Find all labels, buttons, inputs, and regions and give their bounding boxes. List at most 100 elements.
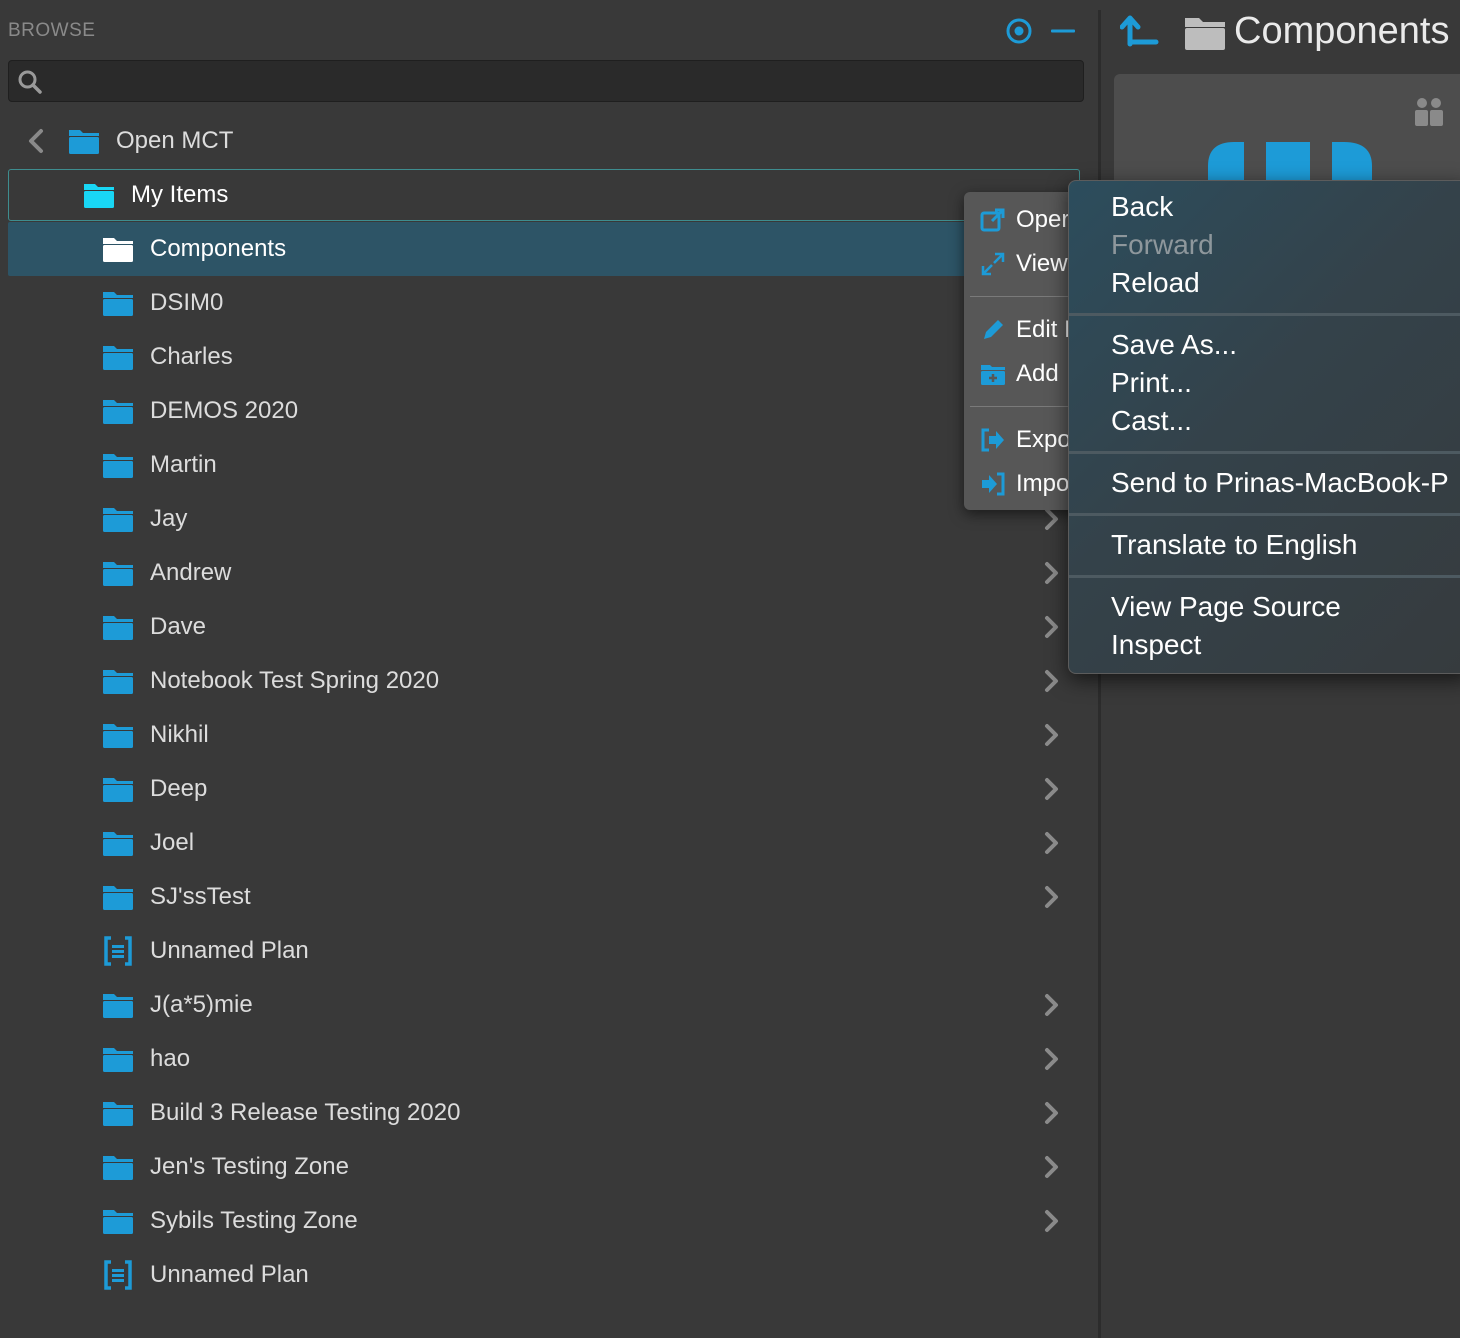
minus-icon [1051,29,1075,33]
tree-item-folder[interactable]: Andrew [8,546,1080,600]
menu-item-back[interactable]: Back [1111,190,1173,224]
menu-item-save-as[interactable]: Save As... [1111,328,1237,362]
tree-item-label: Andrew [150,559,232,586]
tree-item-label: DSIM0 [150,289,224,316]
tree-item-label: Unnamed Plan [150,937,309,964]
menu-separator [1069,313,1460,316]
menu-item-send-to-device[interactable]: Send to Prinas-MacBook-P [1111,466,1449,500]
chevron-right-icon[interactable] [1042,993,1062,1017]
chevron-right-icon[interactable] [1042,1047,1062,1071]
tree-item-folder[interactable]: Build 3 Release Testing 2020 [8,1086,1080,1140]
tree-item-folder[interactable]: Jen's Testing Zone [8,1140,1080,1194]
search-input[interactable] [53,65,1077,99]
chevron-right-icon[interactable] [1042,831,1062,855]
target-locate-button[interactable] [1002,14,1036,48]
folder-icon [103,1210,133,1234]
chevron-right-icon[interactable] [1042,885,1062,909]
menu-separator [1069,451,1460,454]
menu-item-forward: Forward [1111,229,1214,260]
export-icon [981,428,1004,452]
tree-root-row[interactable]: Open MCT [8,114,1080,168]
tree-item-folder[interactable]: Notebook Test Spring 2020 [8,654,1080,708]
menu-item-inspect[interactable]: Inspect [1111,628,1201,662]
tree-item-label: Martin [150,451,217,478]
folder-icon [103,832,133,856]
collapse-pane-button[interactable] [1046,14,1080,48]
tree-item-my-items[interactable]: My Items [8,169,1080,221]
tree-item-label: Notebook Test Spring 2020 [150,667,440,694]
folder-icon [103,400,133,424]
tree-item-folder[interactable]: SJ'ssTest [8,870,1080,924]
chevron-right-icon[interactable] [1042,507,1062,531]
navigate-up-button[interactable] [1119,12,1160,53]
folder-icon [103,238,133,262]
folder-icon [103,1102,133,1126]
tree-item-label: Charles [150,343,233,370]
tree-item-label: DEMOS 2020 [150,397,299,424]
arrow-up-icon [1119,15,1159,47]
plan-icon [104,936,132,966]
tree-item-folder[interactable]: J(a*5)mie [8,978,1080,1032]
menu-item-import[interactable]: Impo [980,466,1069,502]
pencil-icon [984,320,1003,339]
folder-icon [103,616,133,640]
tree-item-plan[interactable]: Unnamed Plan [8,1248,1080,1302]
object-tree: Open MCT My Items Components DSIM0 Charles… [8,114,1080,1302]
folder-icon [103,1048,133,1072]
folder-icon [69,130,99,154]
tree-item-label: Jen's Testing Zone [150,1153,349,1180]
tree-item-folder[interactable]: Nikhil [8,708,1080,762]
chevron-right-icon[interactable] [1042,1155,1062,1179]
tree-item-folder[interactable]: Jay [8,492,1080,546]
folder-icon [103,454,133,478]
tree-root-label: Open MCT [116,127,234,154]
tree-item-folder[interactable]: Charles [8,330,1080,384]
tree-item-folder[interactable]: Components [8,222,1080,276]
tree-item-folder[interactable]: Joel [8,816,1080,870]
folder-icon [84,184,114,208]
chevron-right-icon[interactable] [1042,1101,1062,1125]
tree-item-label: hao [150,1045,191,1072]
browse-title: BROWSE [8,20,96,41]
tree-item-folder[interactable]: Sybils Testing Zone [8,1194,1080,1248]
tree-item-plan[interactable]: Unnamed Plan [8,924,1080,978]
menu-item-cast[interactable]: Cast... [1111,404,1192,438]
menu-item-print[interactable]: Print... [1111,366,1192,400]
chevron-right-icon[interactable] [1042,777,1062,801]
menu-item-edit[interactable]: Edit I [980,312,1071,348]
menu-item-reload[interactable]: Reload [1111,266,1200,300]
folder-icon [103,292,133,316]
tree-item-label: Build 3 Release Testing 2020 [150,1099,461,1126]
menu-item-export[interactable]: Expo [980,422,1071,458]
tree-item-label: Dave [150,613,207,640]
chevron-right-icon[interactable] [1042,669,1062,693]
chevron-right-icon[interactable] [1042,561,1062,585]
back-chevron-icon[interactable] [26,127,48,155]
users-icon [1415,98,1443,126]
menu-item-view-large[interactable]: View [980,246,1068,282]
folder-icon [103,994,133,1018]
tree-item-folder[interactable]: Dave [8,600,1080,654]
tree-item-label: Deep [150,775,208,802]
menu-item-translate[interactable]: Translate to English [1111,528,1357,562]
tree-item-folder[interactable]: DEMOS 2020 [8,384,1080,438]
tree-item-folder[interactable]: hao [8,1032,1080,1086]
tree-item-label: J(a*5)mie [150,991,253,1018]
open-new-tab-icon [980,208,1005,232]
folder-icon [103,1156,133,1180]
menu-item-add[interactable]: Add [980,356,1059,392]
tree-item-folder[interactable]: Martin [8,438,1080,492]
menu-item-open-new-tab[interactable]: Oper [980,202,1069,238]
tree-item-folder[interactable]: DSIM0 [8,276,1080,330]
chevron-right-icon[interactable] [1042,1209,1062,1233]
chevron-right-icon[interactable] [1042,723,1062,747]
tree-item-label: Components [150,235,287,262]
tree-item-folder[interactable]: Deep [8,762,1080,816]
menu-item-view-source[interactable]: View Page Source [1111,590,1341,624]
folder-icon [103,886,133,910]
folder-icon [103,670,133,694]
search-icon [18,70,42,94]
menu-separator [1069,575,1460,578]
chevron-right-icon[interactable] [1042,615,1062,639]
folder-add-icon [981,365,1005,385]
